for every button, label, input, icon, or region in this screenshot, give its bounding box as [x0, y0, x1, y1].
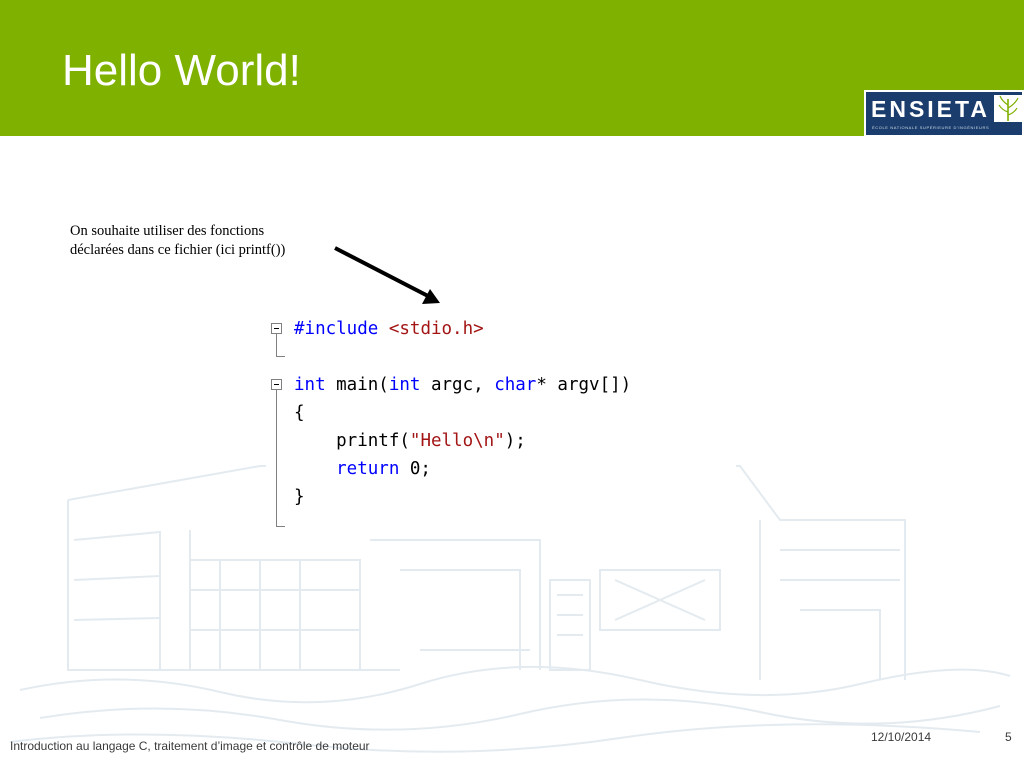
code-line-3: int main(int argc, char* argv[]) [294, 371, 631, 399]
logo-panel: ENSIETA ÉCOLE NATIONALE SUPÉRIEURE D'ING… [866, 92, 1022, 135]
plant-icon [994, 95, 1022, 122]
footer-course-title: Introduction au langage C, traitement d’… [10, 739, 370, 753]
code-directive: #include [294, 319, 379, 339]
code-text: ); [504, 431, 526, 451]
code-keyword: int [388, 375, 421, 395]
fold-end-tick [276, 526, 285, 527]
code-keyword: int [294, 375, 326, 395]
logo-wordmark: ENSIETA [871, 96, 990, 122]
slide-title: Hello World! [62, 46, 301, 95]
code-keyword: return [294, 459, 400, 479]
fold-end-tick [276, 356, 285, 357]
code-text: printf( [294, 431, 410, 451]
fold-guide [276, 334, 277, 356]
code-editor: #include <stdio.h> int main(int argc, ch… [266, 312, 736, 538]
footer-date: 12/10/2014 [871, 730, 932, 744]
code-line-7: } [294, 487, 305, 507]
page-number: 5 [1005, 730, 1012, 744]
fold-guide [276, 390, 277, 526]
ensieta-logo: ENSIETA ÉCOLE NATIONALE SUPÉRIEURE D'ING… [864, 90, 1024, 137]
code-line-4: { [294, 403, 305, 423]
code-text: 0; [399, 459, 431, 479]
fold-toggle-icon[interactable] [271, 323, 282, 334]
code-text: main( [325, 375, 389, 395]
fold-toggle-icon[interactable] [271, 379, 282, 390]
code-line-5: printf("Hello\n"); [294, 427, 526, 455]
code-header-name: <stdio.h> [388, 319, 484, 339]
annotation-text: On souhaite utiliser des fonctions décla… [70, 222, 340, 260]
code-line-6: return 0; [294, 455, 431, 483]
code-string: "Hello\n" [409, 431, 505, 451]
code-keyword: char [494, 375, 537, 395]
code-line-1: #include <stdio.h> [294, 315, 484, 343]
code-text: argc, [420, 375, 495, 395]
logo-tagline: ÉCOLE NATIONALE SUPÉRIEURE D'INGÉNIEURS [872, 125, 990, 130]
slide: Hello World! ENSIETA ÉCOLE NATIONALE SUP… [0, 0, 1024, 768]
annotation-line-1: On souhaite utiliser des fonctions [70, 223, 265, 239]
code-text: * argv[]) [536, 375, 632, 395]
annotation-line-2: déclarées dans ce fichier (ici printf()) [70, 242, 286, 258]
arrow-icon [334, 246, 440, 304]
